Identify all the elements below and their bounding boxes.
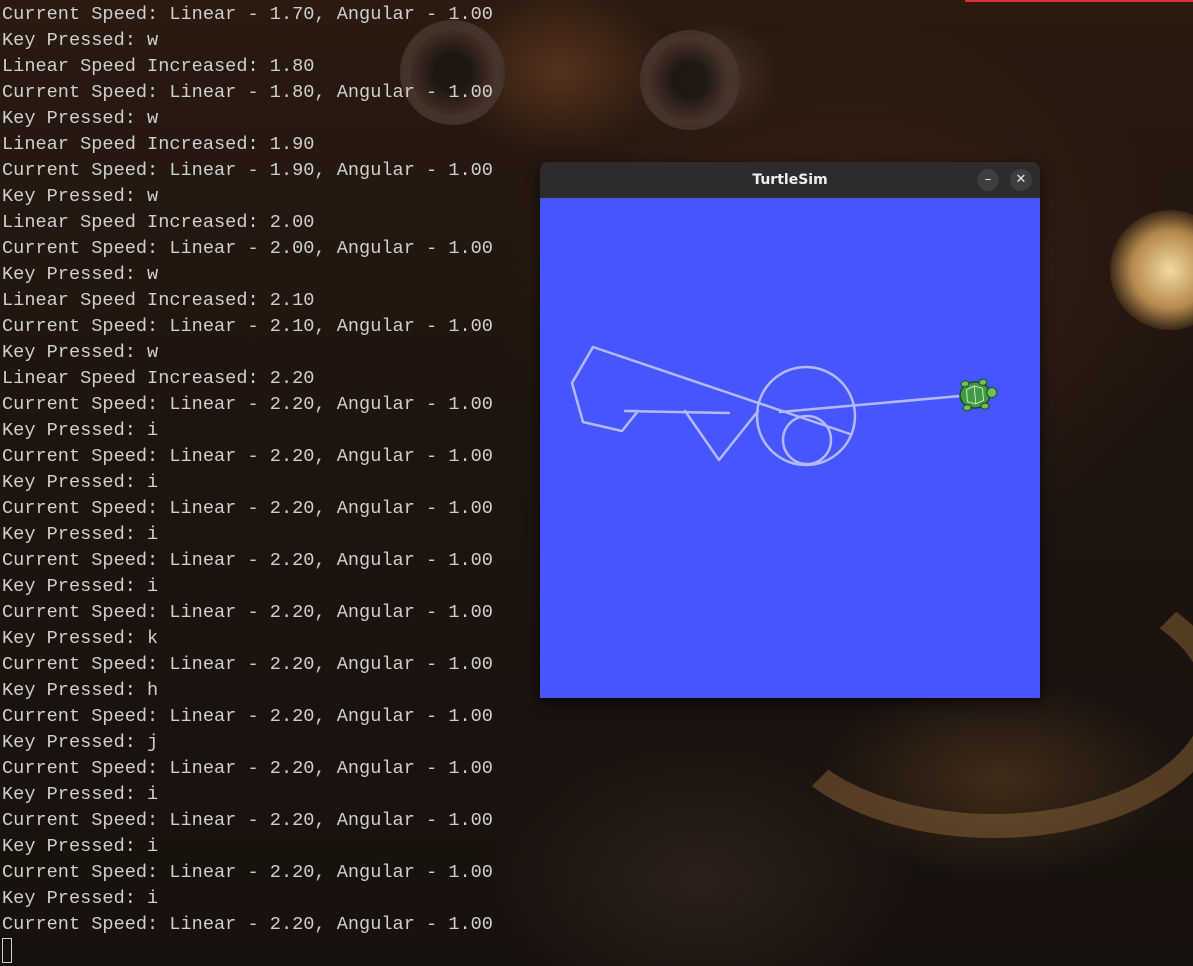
terminal-line: Current Speed: Linear - 1.90, Angular - … [2, 160, 493, 181]
terminal-line: Key Pressed: i [2, 524, 159, 545]
terminal-line: Current Speed: Linear - 1.70, Angular - … [2, 4, 493, 25]
terminal-line: Current Speed: Linear - 2.20, Angular - … [2, 706, 493, 727]
top-accent-bar [965, 0, 1193, 2]
terminal-output[interactable]: Current Speed: Linear - 1.70, Angular - … [2, 2, 537, 938]
terminal-line: Key Pressed: w [2, 342, 159, 363]
terminal-line: Key Pressed: i [2, 420, 159, 441]
terminal-line: Key Pressed: i [2, 472, 159, 493]
terminal-line: Current Speed: Linear - 2.00, Angular - … [2, 238, 493, 259]
terminal-line: Current Speed: Linear - 2.20, Angular - … [2, 602, 493, 623]
terminal-line: Current Speed: Linear - 2.20, Angular - … [2, 654, 493, 675]
terminal-line: Key Pressed: w [2, 186, 159, 207]
turtlesim-window[interactable]: TurtleSim – ✕ [540, 162, 1040, 698]
turtle-canvas[interactable] [540, 198, 1040, 698]
terminal-line: Current Speed: Linear - 2.20, Angular - … [2, 498, 493, 519]
terminal-line: Key Pressed: i [2, 784, 159, 805]
pen-trail-small-circle [781, 414, 833, 466]
terminal-line: Current Speed: Linear - 2.20, Angular - … [2, 758, 493, 779]
close-button[interactable]: ✕ [1010, 169, 1032, 191]
terminal-line: Linear Speed Increased: 1.90 [2, 134, 315, 155]
terminal-line: Key Pressed: j [2, 732, 159, 753]
terminal-line: Key Pressed: i [2, 888, 159, 909]
terminal-line: Linear Speed Increased: 1.80 [2, 56, 315, 77]
terminal-line: Key Pressed: w [2, 108, 159, 129]
window-title: TurtleSim [752, 172, 828, 188]
terminal-line: Current Speed: Linear - 1.80, Angular - … [2, 82, 493, 103]
terminal-line: Linear Speed Increased: 2.20 [2, 368, 315, 389]
terminal-line: Key Pressed: i [2, 836, 159, 857]
terminal-line: Linear Speed Increased: 2.10 [2, 290, 315, 311]
minimize-button[interactable]: – [977, 169, 999, 191]
terminal-line: Current Speed: Linear - 2.20, Angular - … [2, 810, 493, 831]
pen-trail-to-turtle [778, 394, 962, 414]
terminal-cursor [2, 938, 12, 963]
terminal-line: Key Pressed: h [2, 680, 159, 701]
terminal-line: Current Speed: Linear - 2.20, Angular - … [2, 862, 493, 883]
goggle-lens-right-decoration [640, 30, 740, 130]
terminal-line: Current Speed: Linear - 2.20, Angular - … [2, 394, 493, 415]
pen-trail-triangle [683, 409, 760, 462]
terminal-line: Current Speed: Linear - 2.20, Angular - … [2, 550, 493, 571]
terminal-line: Key Pressed: w [2, 30, 159, 51]
minimize-icon: – [984, 172, 992, 187]
terminal-line: Key Pressed: i [2, 576, 159, 597]
terminal-line: Current Speed: Linear - 2.20, Angular - … [2, 446, 493, 467]
turtle-path-drawing [570, 345, 998, 467]
terminal-line: Key Pressed: w [2, 264, 159, 285]
lamp-glow-decoration [1110, 210, 1193, 330]
window-titlebar[interactable]: TurtleSim – ✕ [540, 162, 1040, 199]
turtle-icon [959, 378, 998, 412]
terminal-line: Current Speed: Linear - 2.20, Angular - … [2, 914, 493, 935]
terminal-line: Linear Speed Increased: 2.00 [2, 212, 315, 233]
terminal-line: Current Speed: Linear - 2.10, Angular - … [2, 316, 493, 337]
pen-trail-polygon [570, 345, 852, 436]
terminal-line: Key Pressed: k [2, 628, 159, 649]
close-icon: ✕ [1015, 172, 1027, 187]
